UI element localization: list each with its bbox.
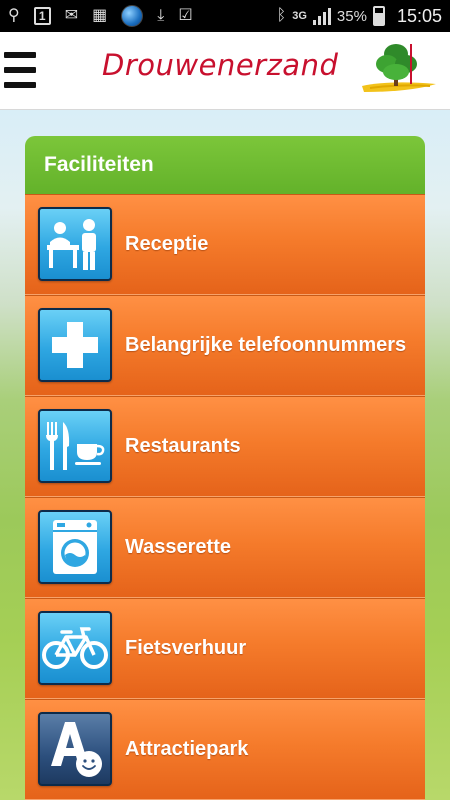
bluetooth-icon: ᛒ (276, 7, 287, 24)
email-icon: ✉ (64, 7, 79, 24)
first-aid-cross-icon (38, 308, 112, 382)
app-title: Drouwenerzand (102, 48, 339, 82)
usb-icon: ⚲ (8, 7, 20, 24)
network-type: 3G (292, 9, 307, 22)
list-item-attractiepark[interactable]: Attractiepark (25, 699, 425, 800)
list-item-label: Fietsverhuur (125, 637, 247, 659)
tree-logo-icon (362, 44, 436, 92)
signal-icon (312, 7, 331, 25)
list-item-label: Wasserette (125, 536, 231, 558)
clock: 15:05 (396, 5, 442, 26)
panel-title: Faciliteiten (44, 153, 154, 176)
notification-icons: ⚲ 1 ✉ ▦ ⤓ ☑ (8, 5, 193, 27)
list-item-label: Receptie (125, 233, 209, 255)
battery-icon (372, 6, 385, 26)
panel-header: Faciliteiten (25, 136, 425, 194)
list-item-receptie[interactable]: Receptie (25, 194, 425, 295)
list-item-restaurants[interactable]: Restaurants (25, 396, 425, 497)
app-header: Drouwenerzand (0, 32, 450, 110)
washing-machine-icon (38, 510, 112, 584)
list-item-telefoonnummers[interactable]: Belangrijke telefoonnummers (25, 295, 425, 396)
menu-icon[interactable] (4, 52, 36, 88)
cutlery-cup-icon (38, 409, 112, 483)
reception-icon (38, 207, 112, 281)
notification-count-icon: 1 (33, 7, 51, 25)
battery-percent: 35% (336, 7, 367, 25)
status-bar: ⚲ 1 ✉ ▦ ⤓ ☑ ᛒ 3G 35% 15:05 (0, 0, 450, 32)
list-item-wasserette[interactable]: Wasserette (25, 497, 425, 598)
list-item-label: Belangrijke telefoonnummers (125, 334, 407, 356)
globe-icon (121, 5, 144, 27)
attraction-park-icon (38, 712, 112, 786)
list-item-fietsverhuur[interactable]: Fietsverhuur (25, 598, 425, 699)
list-item-label: Restaurants (125, 435, 241, 457)
image-icon: ▦ (92, 7, 108, 24)
check-inbox-icon: ☑ (178, 7, 193, 24)
facilities-panel: Faciliteiten Receptie Belangrijke telefo (25, 136, 425, 800)
list-item-label: Attractiepark (125, 738, 249, 760)
bicycle-icon (38, 611, 112, 685)
system-icons: ᛒ 3G 35% 15:05 (277, 6, 442, 27)
download-icon: ⤓ (157, 7, 165, 24)
